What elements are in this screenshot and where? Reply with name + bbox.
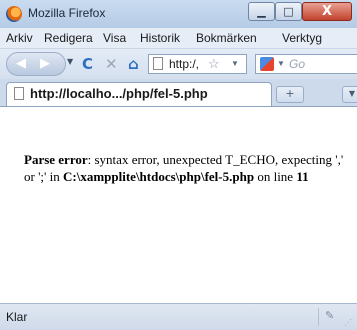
close-icon: X <box>321 4 333 19</box>
menu-item-arkiv[interactable]: Arkiv <box>6 31 33 45</box>
menu-item-historik[interactable]: Historik <box>140 31 180 45</box>
search-placeholder: Go <box>289 57 306 71</box>
search-engine-icon[interactable] <box>260 57 274 71</box>
plus-icon: + <box>285 87 295 100</box>
error-message: Parse error: syntax error, unexpected T_… <box>24 151 348 185</box>
tab-fel-5[interactable]: http://localho.../php/fel-5.php <box>6 82 272 106</box>
page-icon <box>153 57 163 70</box>
firefox-logo-icon <box>6 6 22 22</box>
addon-bar-icon[interactable]: ✎ <box>325 309 334 322</box>
maximize-button[interactable]: □ <box>275 2 302 21</box>
menu-item-redigera[interactable]: Redigera <box>44 31 93 45</box>
reload-icon[interactable]: C <box>82 55 93 73</box>
minimize-icon: ▁ <box>257 5 266 18</box>
search-input[interactable]: ▼ Go <box>255 54 357 74</box>
url-text: http:/, <box>169 57 200 71</box>
title-bar[interactable]: Mozilla Firefox ▁ □ X <box>0 0 357 29</box>
url-bar[interactable]: http:/, ☆ ▼ <box>148 54 247 74</box>
stop-icon[interactable]: ✕ <box>105 55 118 73</box>
home-icon[interactable]: ⌂ <box>128 55 139 73</box>
tab-label: http://localho.../php/fel-5.php <box>30 86 208 101</box>
status-text: Klar <box>6 310 28 324</box>
forward-icon[interactable]: ▶ <box>40 56 50 71</box>
error-line-prefix: on line <box>254 169 297 184</box>
error-label: Parse error <box>24 152 88 167</box>
back-forward-buttons: ◀ ▶ <box>6 52 66 76</box>
url-dropdown-icon[interactable]: ▼ <box>231 59 239 68</box>
menu-item-bokmarken[interactable]: Bokmärken <box>196 31 257 45</box>
resize-grip-icon[interactable]: ⋰ <box>344 318 352 327</box>
browser-window: Mozilla Firefox ▁ □ X Arkiv Redigera Vis… <box>0 0 357 330</box>
maximize-icon: □ <box>283 5 294 18</box>
minimize-button[interactable]: ▁ <box>248 2 275 21</box>
page-icon <box>14 87 24 100</box>
tab-list-button[interactable]: ▼ <box>342 86 357 103</box>
menu-bar: Arkiv Redigera Visa Historik Bokmärken V… <box>0 28 357 49</box>
error-file-path: C:\xampplite\htdocs\php\fel-5.php <box>63 169 255 184</box>
navigation-toolbar: ◀ ▶ ▼ C ✕ ⌂ http:/, ☆ ▼ ▼ Go <box>0 49 357 79</box>
history-dropdown-icon[interactable]: ▼ <box>67 57 73 66</box>
tab-strip: http://localho.../php/fel-5.php + ▼ <box>0 79 357 107</box>
bookmark-star-icon[interactable]: ☆ <box>208 56 220 72</box>
menu-item-verktyg[interactable]: Verktyg <box>282 31 322 45</box>
window-title: Mozilla Firefox <box>28 6 106 20</box>
close-button[interactable]: X <box>302 2 352 21</box>
menu-item-visa[interactable]: Visa <box>103 31 126 45</box>
chevron-down-icon: ▼ <box>348 89 356 98</box>
status-divider <box>318 308 319 326</box>
error-line-number: 11 <box>296 169 309 184</box>
new-tab-button[interactable]: + <box>276 86 304 103</box>
page-content: Parse error: syntax error, unexpected T_… <box>0 107 357 302</box>
search-engine-dropdown-icon[interactable]: ▼ <box>277 59 285 68</box>
status-bar: Klar ✎ ⋰ <box>0 303 357 330</box>
back-icon[interactable]: ◀ <box>16 56 26 71</box>
